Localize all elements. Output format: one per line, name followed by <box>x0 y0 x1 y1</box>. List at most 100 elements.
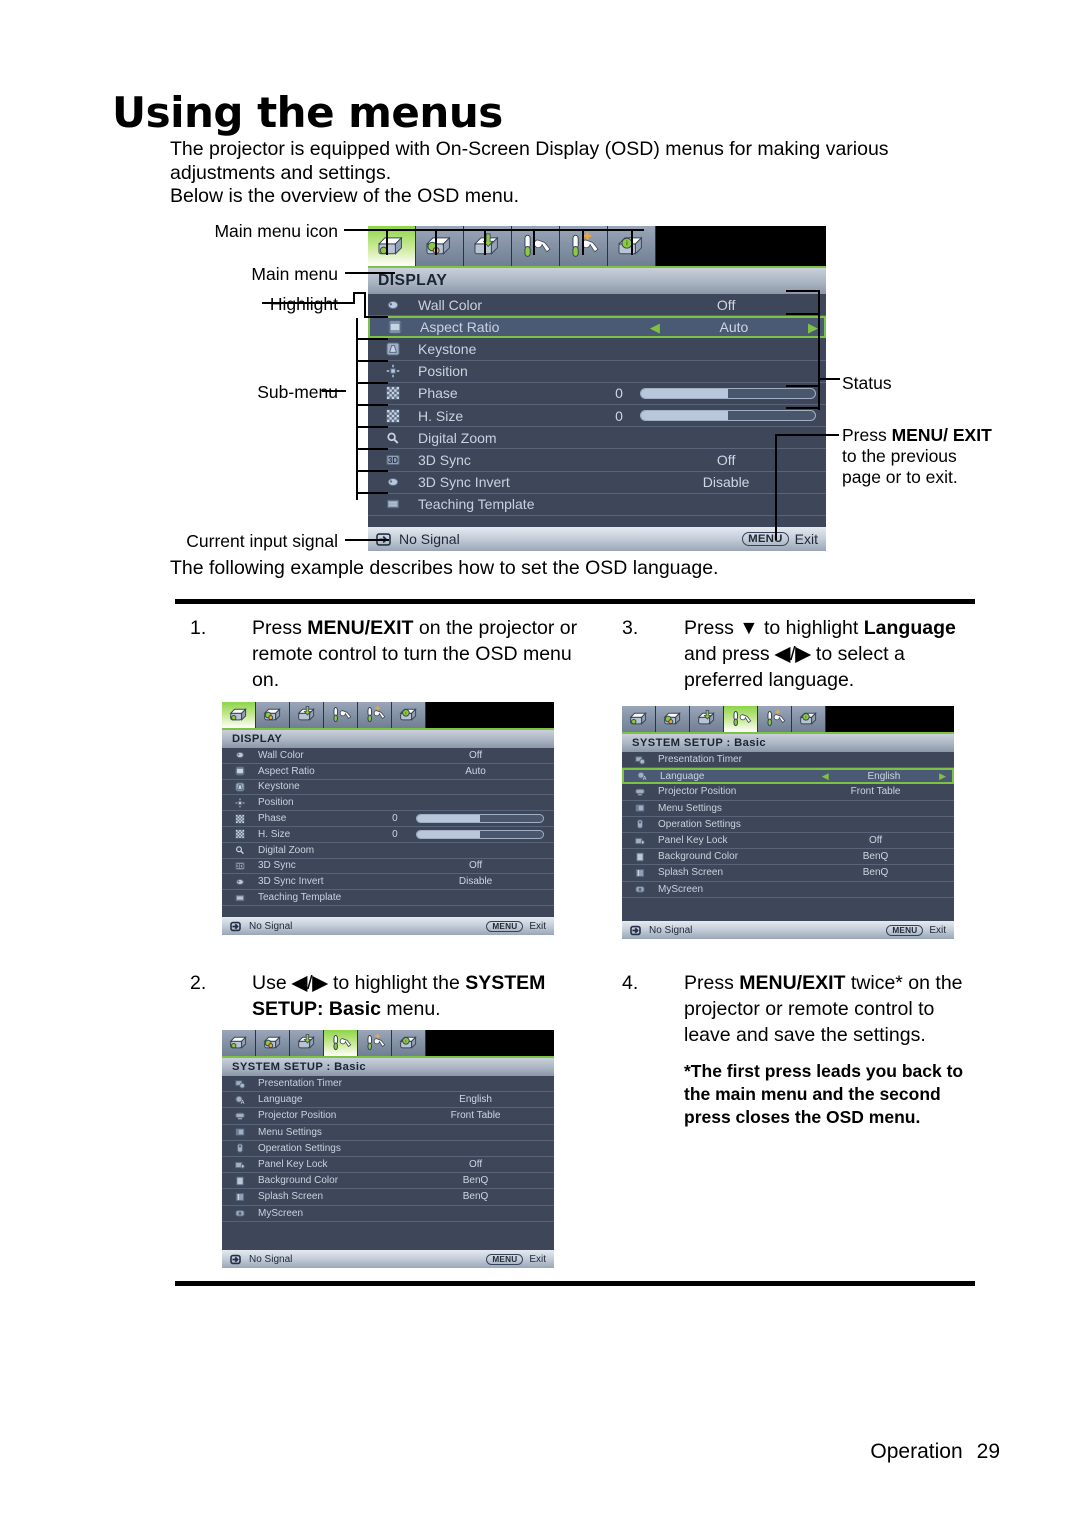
osd-row-myscreen[interactable]: MyScreen <box>222 1206 554 1222</box>
osd-row-menu-settings[interactable]: Menu Settings <box>622 801 954 817</box>
osd-row-teaching-template[interactable]: Teaching Template <box>222 890 554 906</box>
osd-row-3d-sync[interactable]: 3D 3D Sync Off <box>368 449 826 472</box>
osd-row-phase[interactable]: Phase 0 <box>222 811 554 827</box>
step-4-text: Press MENU/EXIT twice* on the projector … <box>684 970 982 1048</box>
osd-tab-1[interactable] <box>256 1030 290 1056</box>
osd-row-background-color[interactable]: Background Color BenQ <box>622 849 954 866</box>
osd-row-operation-settings[interactable]: Operation Settings <box>622 817 954 833</box>
osd-row-keystone[interactable]: Keystone <box>368 338 826 361</box>
osd-tab-3[interactable] <box>324 702 358 728</box>
step-fragment-0: Press <box>684 972 740 994</box>
osd-tab-1[interactable] <box>256 702 290 728</box>
osd-row-aspect-ratio[interactable]: Aspect Ratio Auto <box>222 764 554 780</box>
osd-row-teaching-template[interactable]: Teaching Template <box>368 494 826 516</box>
osd-row-value: BenQ <box>462 1175 489 1187</box>
osd-row-3d-sync[interactable]: 3D 3D Sync Off <box>222 859 554 875</box>
osd-row-projector-position[interactable]: Projector Position Front Table <box>622 784 954 801</box>
osd-row-3d-sync-invert[interactable]: 3D Sync Invert Disable <box>368 472 826 494</box>
osd-row-label: Teaching Template <box>258 892 342 904</box>
osd-tab-5[interactable]: i <box>392 702 426 728</box>
osd-tab-2[interactable] <box>290 1030 324 1056</box>
osd-row-operation-settings[interactable]: Operation Settings <box>222 1141 554 1157</box>
osd-row-position[interactable]: Position <box>222 795 554 812</box>
leader-current-input-signal <box>345 539 389 541</box>
osd-row-digital-zoom[interactable]: Digital Zoom <box>368 427 826 450</box>
osd-menu-key-badge[interactable]: MENU <box>886 924 924 936</box>
osd-main-menu-iconbar[interactable]: i <box>622 706 954 734</box>
osd-diagram-display: i DISPLAY Wall Color Off Aspect Ratio ◀ Auto ▶ K… <box>368 226 826 551</box>
osd-row-phase[interactable]: Phase 0 <box>368 383 826 405</box>
osd-row-label: Presentation Timer <box>258 1078 342 1090</box>
osd-row-panel-key-lock[interactable]: Panel Key Lock Off <box>222 1157 554 1174</box>
osd-tab-0[interactable] <box>368 226 416 266</box>
osd-main-menu-iconbar[interactable]: i <box>222 1030 554 1058</box>
osd-left-arrow-icon[interactable]: ◀ <box>822 771 829 781</box>
osd-row-h-size[interactable]: H. Size 0 <box>368 405 826 428</box>
osd-tab-3[interactable] <box>324 1030 358 1056</box>
osd-row-splash-screen[interactable]: Splash Screen BenQ <box>222 1189 554 1206</box>
osd-row-label: MyScreen <box>258 1207 304 1219</box>
osd-menu-key-badge[interactable]: MENU <box>486 1253 524 1265</box>
osd-status-bar: No Signal MENU Exit <box>222 1250 554 1268</box>
osd-tab-0[interactable] <box>622 706 656 732</box>
osd-row-keystone[interactable]: Keystone <box>222 780 554 796</box>
position-icon <box>222 798 258 808</box>
osd-tab-4[interactable] <box>358 1030 392 1056</box>
osd-tab-3[interactable] <box>512 226 560 266</box>
osd-row-slider[interactable] <box>639 387 816 399</box>
osd-row-presentation-timer[interactable]: Presentation Timer <box>622 752 954 769</box>
osd-tab-2[interactable] <box>464 226 512 266</box>
osd-tab-1[interactable] <box>656 706 690 732</box>
callout-status: Status <box>842 373 892 393</box>
osd-tab-5[interactable]: i <box>392 1030 426 1056</box>
osd-row-value: 0 <box>615 407 623 424</box>
osd-tab-0[interactable] <box>222 1030 256 1056</box>
submenu-tick-d <box>356 404 388 406</box>
osd-row-presentation-timer[interactable]: Presentation Timer <box>222 1076 554 1093</box>
osd-row-digital-zoom[interactable]: Digital Zoom <box>222 843 554 859</box>
osd-tab-0[interactable] <box>222 702 256 728</box>
osd-menu-key-badge[interactable]: MENU <box>742 532 789 546</box>
osd-row-position[interactable]: Position <box>368 361 826 383</box>
osd-row-projector-position[interactable]: Projector Position Front Table <box>222 1108 554 1125</box>
osd-row-language[interactable]: A Language English <box>222 1092 554 1109</box>
osd-tab-5[interactable]: i <box>792 706 826 732</box>
step-fragment-0: Press <box>684 617 740 639</box>
osd-main-menu-iconbar[interactable]: i <box>222 702 554 730</box>
submenu-tick-h <box>356 492 388 494</box>
osd-row-h-size[interactable]: H. Size 0 <box>222 827 554 843</box>
osd-menu-key-badge[interactable]: MENU <box>486 920 524 932</box>
digital-zoom-icon <box>222 845 258 855</box>
osd-row-wall-color[interactable]: Wall Color Off <box>222 748 554 764</box>
osd-row-background-color[interactable]: Background Color BenQ <box>222 1173 554 1190</box>
osd-right-arrow-icon[interactable]: ▶ <box>808 321 818 334</box>
leader-tick-2 <box>435 229 437 255</box>
menu-settings-icon <box>622 803 658 813</box>
osd-tab-3[interactable] <box>724 706 758 732</box>
osd-tab-2[interactable] <box>690 706 724 732</box>
osd-row-slider[interactable] <box>415 814 544 824</box>
osd-row-language[interactable]: A Language ◀ English ▶ <box>622 768 954 785</box>
osd-tab-1[interactable] <box>416 226 464 266</box>
osd-right-arrow-icon[interactable]: ▶ <box>939 771 946 781</box>
osd-tab-2[interactable] <box>290 702 324 728</box>
osd-row-slider[interactable] <box>415 829 544 839</box>
osd-row-wall-color[interactable]: Wall Color Off <box>368 294 826 317</box>
svg-text:i: i <box>405 710 406 716</box>
osd-row-splash-screen[interactable]: Splash Screen BenQ <box>622 865 954 882</box>
osd-tab-4[interactable] <box>758 706 792 732</box>
step-fragment-3: Language <box>863 617 956 639</box>
divider-top <box>175 599 975 604</box>
osd-row-panel-key-lock[interactable]: Panel Key Lock Off <box>622 833 954 850</box>
osd-row-myscreen[interactable]: MyScreen <box>622 882 954 898</box>
submenu-tick-a <box>356 338 388 340</box>
osd-row-aspect-ratio[interactable]: Aspect Ratio ◀ Auto ▶ <box>368 316 826 339</box>
footer-section-label: Operation <box>870 1440 963 1463</box>
osd-row-menu-settings[interactable]: Menu Settings <box>222 1125 554 1141</box>
osd-row-slider[interactable] <box>639 410 816 422</box>
osd-tab-4[interactable] <box>560 226 608 266</box>
osd-left-arrow-icon[interactable]: ◀ <box>650 321 660 334</box>
step-fragment-5: ◀ <box>775 643 791 665</box>
osd-tab-4[interactable] <box>358 702 392 728</box>
osd-row-3d-sync-invert[interactable]: 3D Sync Invert Disable <box>222 874 554 891</box>
